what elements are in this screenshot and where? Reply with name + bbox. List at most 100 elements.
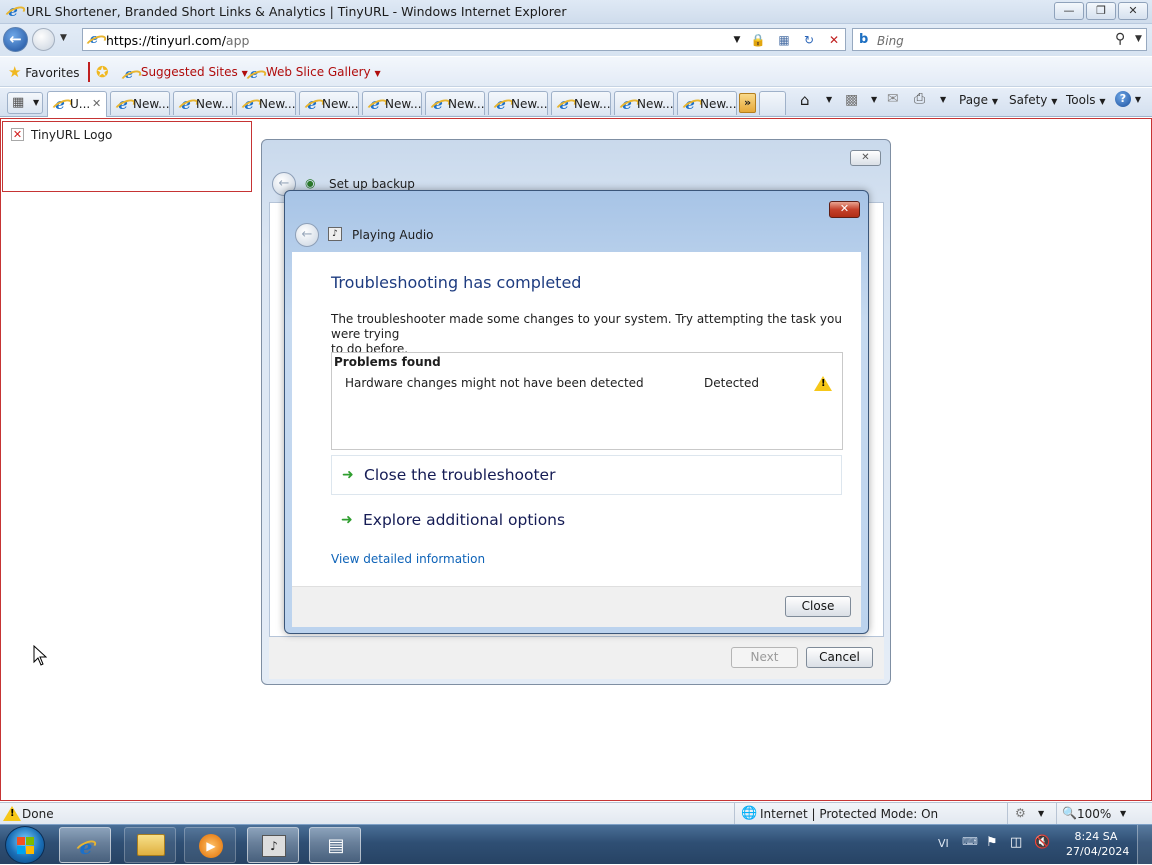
window-close-button[interactable]: ✕ bbox=[1118, 2, 1148, 20]
search-input[interactable]: Bing bbox=[877, 34, 904, 48]
quick-tabs-button[interactable]: ▦ ▼ bbox=[7, 92, 43, 114]
troubleshooter-back-icon[interactable]: ← bbox=[295, 223, 319, 247]
tab-new-4[interactable]: e New... bbox=[299, 91, 359, 115]
taskbar-backup[interactable]: ▤ bbox=[309, 827, 361, 863]
tab-new-10[interactable]: e New... bbox=[677, 91, 737, 115]
minimize-button[interactable]: — bbox=[1054, 2, 1084, 20]
status-text: Done bbox=[22, 807, 54, 821]
problem-row[interactable]: Hardware changes might not have been det… bbox=[332, 371, 842, 397]
forward-button[interactable] bbox=[32, 28, 55, 51]
green-arrow-icon: ➜ bbox=[341, 512, 353, 528]
new-tab-button[interactable] bbox=[759, 91, 786, 115]
backup-close-button[interactable]: ✕ bbox=[850, 150, 881, 166]
troubleshooter-dialog[interactable]: ✕ ← ♪ Playing Audio Troubleshooting has … bbox=[284, 190, 869, 634]
protected-mode-icon[interactable]: ⚙ bbox=[1015, 806, 1026, 820]
tab-favicon-icon: e bbox=[178, 96, 194, 112]
tab-new-2[interactable]: e New... bbox=[173, 91, 233, 115]
bing-logo-icon: b bbox=[859, 32, 869, 47]
keyboard-icon[interactable]: ⌨ bbox=[962, 835, 978, 848]
favorites-button[interactable]: ★ Favorites bbox=[8, 63, 80, 81]
help-button[interactable]: ? ▼ bbox=[1115, 91, 1141, 107]
more-tabs-chevron-icon[interactable]: » bbox=[739, 93, 756, 113]
feeds-dropdown-icon[interactable]: ▼ bbox=[871, 95, 877, 104]
taskbar-troubleshooter[interactable]: ♪ bbox=[247, 827, 299, 863]
favorites-divider bbox=[88, 62, 90, 82]
compatibility-view-icon[interactable]: ▦ bbox=[775, 32, 793, 48]
security-zone-text[interactable]: Internet | Protected Mode: On bbox=[760, 807, 938, 821]
tab-tinyurl[interactable]: e U... ✕ bbox=[47, 91, 107, 117]
show-desktop-button[interactable] bbox=[1137, 825, 1152, 865]
search-icon[interactable]: ⚲ bbox=[1115, 31, 1125, 47]
zoom-level[interactable]: 100% bbox=[1077, 807, 1111, 821]
problems-found-header: Problems found bbox=[334, 355, 441, 369]
protected-mode-dropdown-icon[interactable]: ▼ bbox=[1038, 809, 1044, 818]
ie-title-bar[interactable]: e URL Shortener, Branded Short Links & A… bbox=[0, 0, 1152, 24]
taskbar-internet-explorer[interactable]: e bbox=[59, 827, 111, 863]
home-icon[interactable]: ⌂ bbox=[800, 91, 810, 109]
close-troubleshooter-option[interactable]: ➜ Close the troubleshooter bbox=[331, 455, 842, 495]
add-to-favorites-bar-button[interactable]: ✪ bbox=[96, 63, 109, 81]
home-dropdown-icon[interactable]: ▼ bbox=[826, 95, 832, 104]
add-favorite-star-icon: ✪ bbox=[96, 63, 109, 81]
safety-menu-dropdown-icon: ▼ bbox=[1051, 97, 1058, 106]
restore-button[interactable]: ❐ bbox=[1086, 2, 1116, 20]
volume-muted-icon[interactable]: 🔇 bbox=[1034, 835, 1050, 850]
stop-icon[interactable]: ✕ bbox=[825, 32, 843, 48]
web-slice-gallery-link[interactable]: e Web Slice Gallery ▼ bbox=[246, 65, 381, 82]
tab-new-3[interactable]: e New... bbox=[236, 91, 296, 115]
recent-pages-dropdown-icon[interactable]: ▼ bbox=[60, 33, 67, 43]
tinyurl-logo-placeholder[interactable]: ✕ TinyURL Logo bbox=[2, 121, 252, 192]
safety-menu[interactable]: Safety ▼ bbox=[1009, 93, 1057, 107]
suggested-sites-link[interactable]: e Suggested Sites ▼ bbox=[121, 65, 248, 82]
tab-favicon-icon: e bbox=[115, 96, 131, 112]
taskbar-media-player[interactable]: ▶ bbox=[184, 827, 236, 863]
tab-favicon-icon: e bbox=[241, 96, 257, 112]
problem-name: Hardware changes might not have been det… bbox=[345, 376, 644, 390]
zoom-dropdown-icon[interactable]: ▼ bbox=[1120, 809, 1126, 818]
address-dropdown-icon[interactable]: ▼ bbox=[728, 32, 746, 48]
favorites-star-icon: ★ bbox=[8, 63, 22, 81]
page-menu[interactable]: Page ▼ bbox=[959, 93, 998, 107]
read-mail-icon[interactable]: ✉ bbox=[887, 91, 899, 107]
troubleshooter-close-icon[interactable]: ✕ bbox=[829, 201, 860, 218]
clock[interactable]: 8:24 SA 27/04/2024 bbox=[1066, 829, 1129, 859]
refresh-icon[interactable]: ↻ bbox=[800, 32, 818, 48]
print-icon[interactable]: ⎙ bbox=[914, 91, 925, 107]
tab-new-1[interactable]: e New... bbox=[110, 91, 170, 115]
page-menu-dropdown-icon: ▼ bbox=[991, 97, 999, 106]
troubleshooter-title: Playing Audio bbox=[352, 228, 434, 242]
cancel-button[interactable]: Cancel bbox=[806, 647, 873, 668]
tab-favicon-icon: e bbox=[556, 96, 572, 112]
action-center-flag-icon[interactable]: ⚑ bbox=[986, 835, 998, 850]
explore-options-option[interactable]: ➜ Explore additional options bbox=[331, 501, 842, 541]
url-text[interactable]: https://tinyurl.com/app bbox=[106, 33, 249, 48]
security-lock-icon[interactable]: 🔒 bbox=[749, 32, 767, 48]
tab-new-5[interactable]: e New... bbox=[362, 91, 422, 115]
start-button[interactable] bbox=[5, 826, 45, 864]
feeds-icon[interactable]: ▩ bbox=[845, 92, 858, 108]
search-box[interactable]: b Bing ⚲ ▼ bbox=[852, 28, 1147, 51]
tab-new-7[interactable]: e New... bbox=[488, 91, 548, 115]
green-arrow-icon: ➜ bbox=[342, 467, 354, 483]
search-options-dropdown-icon[interactable]: ▼ bbox=[1135, 34, 1142, 44]
next-button[interactable]: Next bbox=[731, 647, 798, 668]
taskbar-file-explorer[interactable] bbox=[124, 827, 176, 863]
tab-new-9[interactable]: e New... bbox=[614, 91, 674, 115]
tab-close-icon[interactable]: ✕ bbox=[92, 97, 101, 110]
close-button[interactable]: Close bbox=[785, 596, 851, 617]
tools-menu[interactable]: Tools ▼ bbox=[1066, 93, 1106, 107]
troubleshooter-footer: Close bbox=[292, 586, 861, 627]
internet-zone-globe-icon: 🌐 bbox=[741, 806, 758, 821]
view-detailed-information-link[interactable]: View detailed information bbox=[331, 552, 485, 566]
print-dropdown-icon[interactable]: ▼ bbox=[940, 95, 946, 104]
backup-app-icon: ▤ bbox=[327, 835, 345, 856]
tab-new-8[interactable]: e New... bbox=[551, 91, 611, 115]
tab-new-6[interactable]: e New... bbox=[425, 91, 485, 115]
input-language[interactable]: VI bbox=[938, 837, 949, 850]
page-warning-icon[interactable] bbox=[3, 806, 21, 821]
back-button[interactable]: ← bbox=[3, 27, 28, 52]
backup-drive-icon: ◉ bbox=[305, 176, 316, 190]
network-icon[interactable]: ◫ bbox=[1010, 835, 1022, 850]
quick-tabs-grid-icon: ▦ bbox=[12, 95, 25, 110]
address-bar[interactable]: e https://tinyurl.com/app ▼ 🔒 ▦ ↻ ✕ bbox=[82, 28, 846, 51]
